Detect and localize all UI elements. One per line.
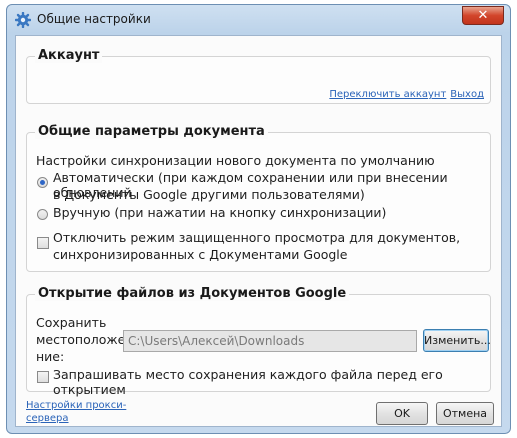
cancel-button[interactable]: Отмена (436, 402, 494, 425)
proxy-settings-link[interactable]: Настройки прокси- сервера (26, 399, 126, 425)
radio-manual[interactable] (37, 209, 48, 220)
account-links: Переключить аккаунт Выход (329, 85, 484, 100)
dialog-body: Аккаунт Переключить аккаунт Выход Общие … (15, 35, 502, 427)
radio-manual-label[interactable]: Вручную (при нажатии на кнопку синхрониз… (53, 205, 386, 220)
switch-account-link[interactable]: Переключить аккаунт (329, 89, 446, 100)
sync-heading: Настройки синхронизации нового документа… (36, 153, 435, 168)
doc-params-legend: Общие параметры документа (35, 124, 268, 139)
gear-icon (15, 12, 31, 28)
save-location-label-2: местоположе (36, 332, 126, 347)
save-path-field[interactable]: C:\Users\Алексей\Downloads (123, 330, 417, 352)
save-location-label-1: Сохранить (36, 315, 107, 330)
ok-button[interactable]: OK (376, 402, 428, 425)
account-legend: Аккаунт (35, 48, 103, 63)
close-button[interactable]: ✕ (462, 6, 504, 25)
radio-auto[interactable] (37, 177, 48, 188)
open-files-group: Открытие файлов из Документов Google Сох… (26, 286, 491, 397)
save-location-label-3: ние: (36, 349, 65, 364)
logout-link[interactable]: Выход (450, 89, 484, 100)
proxy-link-line2[interactable]: сервера (26, 412, 126, 425)
doc-params-group: Общие параметры документа Настройки синх… (26, 124, 491, 272)
radio-auto-label-line2[interactable]: в Документы Google другими пользователям… (53, 187, 365, 202)
protected-view-label-line1[interactable]: Отключить режим защищенного просмотра дл… (53, 230, 460, 245)
protected-view-checkbox[interactable] (37, 237, 49, 249)
protected-view-label-line2[interactable]: синхронизированных с Документами Google (53, 247, 347, 262)
change-path-button[interactable]: Изменить... (423, 329, 491, 352)
ask-location-checkbox[interactable] (37, 371, 49, 383)
open-files-legend: Открытие файлов из Документов Google (35, 286, 350, 301)
account-group: Аккаунт Переключить аккаунт Выход (26, 48, 491, 104)
settings-dialog: Общие настройки ✕ Аккаунт Переключить ак… (6, 4, 511, 434)
close-icon: ✕ (477, 8, 489, 23)
window-title: Общие настройки (37, 12, 151, 26)
proxy-link-line1[interactable]: Настройки прокси- (26, 399, 126, 412)
ask-location-label[interactable]: Запрашивать место сохранения каждого фай… (53, 367, 490, 397)
title-bar[interactable]: Общие настройки ✕ (7, 5, 510, 35)
